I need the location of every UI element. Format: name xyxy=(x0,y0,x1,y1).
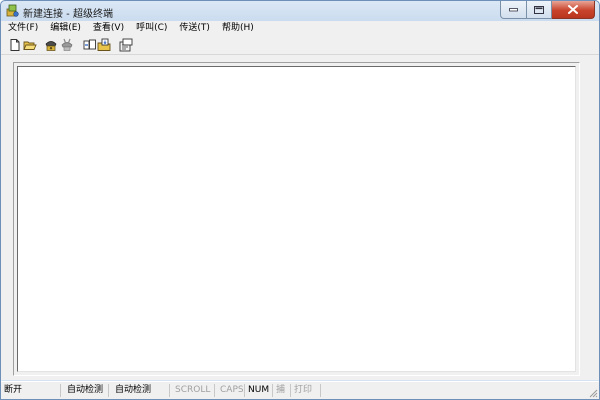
minimize-button[interactable] xyxy=(500,1,527,19)
menu-bar: 文件(F) 编辑(E) 查看(V) 呼叫(C) 传送(T) 帮助(H) xyxy=(1,21,599,36)
status-scroll: SCROLL xyxy=(170,384,215,397)
new-document-icon[interactable] xyxy=(8,38,22,52)
client-area xyxy=(1,55,599,380)
menu-file[interactable]: 文件(F) xyxy=(3,21,43,36)
menu-call[interactable]: 呼叫(C) xyxy=(131,21,172,36)
menu-help[interactable]: 帮助(H) xyxy=(217,21,259,36)
terminal-frame xyxy=(13,62,580,376)
send-file-icon[interactable] xyxy=(83,38,97,52)
maximize-icon xyxy=(534,5,544,14)
dial-phone-icon[interactable] xyxy=(44,38,58,52)
toolbar xyxy=(1,36,599,55)
status-autodetect-2: 自动检测 xyxy=(109,384,170,397)
status-capture: 捕 xyxy=(273,384,291,397)
hang-up-icon[interactable] xyxy=(60,38,74,52)
window-title: 新建连接 - 超级终端 xyxy=(23,9,113,20)
menu-transfer[interactable]: 传送(T) xyxy=(174,21,215,36)
menu-view[interactable]: 查看(V) xyxy=(88,21,129,36)
status-bar: 断开 自动检测 自动检测 SCROLL CAPS NUM 捕 打印 xyxy=(1,381,599,399)
properties-icon[interactable] xyxy=(119,38,133,52)
close-button[interactable] xyxy=(552,1,595,19)
status-connection: 断开 xyxy=(1,384,61,397)
app-window: 新建连接 - 超级终端 文件(F) 编辑(E) 查看(V) 呼叫(C) 传送(T… xyxy=(0,0,600,400)
receive-file-icon[interactable] xyxy=(97,38,111,52)
menu-edit[interactable]: 编辑(E) xyxy=(45,21,86,36)
hyperterminal-app-icon[interactable] xyxy=(6,4,19,17)
open-folder-icon[interactable] xyxy=(23,38,37,52)
status-print: 打印 xyxy=(291,384,321,397)
maximize-button[interactable] xyxy=(527,1,552,19)
resize-grip-icon[interactable] xyxy=(588,388,598,398)
status-caps: CAPS xyxy=(215,384,245,397)
caption-buttons xyxy=(500,1,595,19)
close-icon xyxy=(568,5,578,14)
status-autodetect-1: 自动检测 xyxy=(61,384,109,397)
terminal-screen[interactable] xyxy=(17,66,576,372)
title-bar[interactable]: 新建连接 - 超级终端 xyxy=(1,1,599,21)
status-num: NUM xyxy=(245,384,273,397)
minimize-icon xyxy=(509,7,518,11)
